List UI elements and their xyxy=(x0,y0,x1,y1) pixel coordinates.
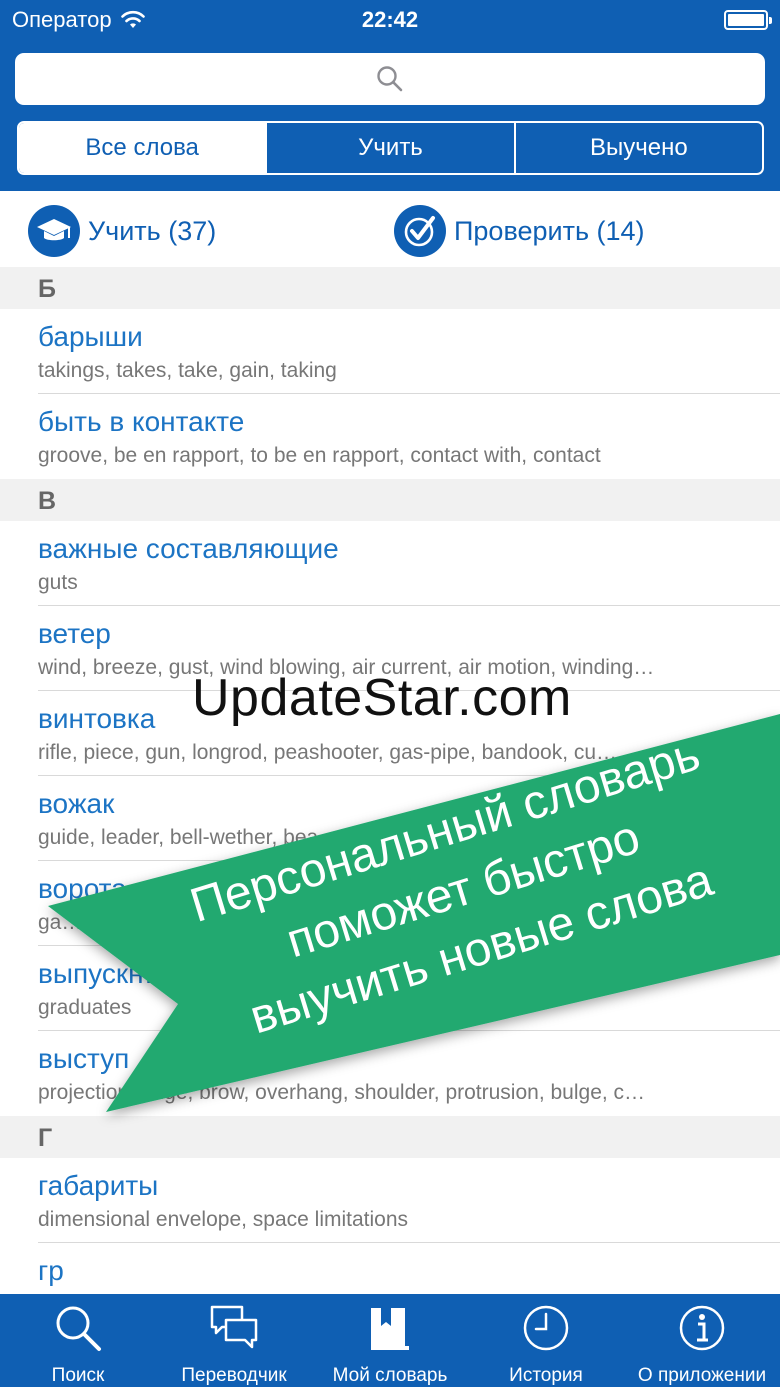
search-field[interactable] xyxy=(15,53,765,105)
translation: dimensional envelope, space limitations xyxy=(38,1208,409,1231)
tab-label: История xyxy=(509,1365,583,1386)
word: важные составляющие xyxy=(38,533,339,564)
segment-learned[interactable]: Выучено xyxy=(513,123,762,173)
segment-learn[interactable]: Учить xyxy=(265,123,513,173)
translation: projection, edge, brow, overhang, should… xyxy=(38,1081,646,1104)
clock-time: 22:42 xyxy=(361,7,419,32)
word: ворота xyxy=(38,873,127,904)
checkmark-icon xyxy=(394,205,446,257)
word: винтовка xyxy=(38,703,156,734)
section-header: В xyxy=(0,479,780,521)
section-header: Г xyxy=(0,1116,780,1158)
segment-all-words[interactable]: Все слова xyxy=(19,123,266,173)
learn-label: Учить (37) xyxy=(88,215,217,246)
tab-history[interactable]: История xyxy=(468,1294,624,1387)
word: вожак xyxy=(38,788,115,819)
list-item[interactable]: выступ projection, edge, brow, overhang,… xyxy=(0,1031,780,1116)
battery-icon xyxy=(724,10,772,30)
word: ветер xyxy=(38,618,111,649)
word: барыши xyxy=(38,321,143,352)
tab-label: Переводчик xyxy=(181,1365,287,1386)
list-item[interactable]: габариты dimensional envelope, space lim… xyxy=(0,1158,780,1243)
word: выпускн… xyxy=(38,958,172,989)
status-bar: Оператор 22:42 xyxy=(0,0,780,40)
list-item[interactable]: барыши takings, takes, take, gain, takin… xyxy=(0,309,780,394)
info-icon xyxy=(678,1304,726,1352)
tab-label: Мой словарь xyxy=(332,1365,448,1386)
graduation-cap-icon xyxy=(28,205,80,257)
watermark: UpdateStar.com xyxy=(192,669,572,727)
actions-bar: Учить (37) Проверить (14) xyxy=(0,191,780,267)
word: габариты xyxy=(38,1170,159,1201)
segmented-control: Все слова Учить Выучено xyxy=(17,121,764,175)
translation: takings, takes, take, gain, taking xyxy=(38,359,337,382)
learn-button[interactable]: Учить (37) xyxy=(28,205,216,257)
section-header: Б xyxy=(0,267,780,309)
tab-bar: Поиск Переводчик Мой словарь История О п… xyxy=(0,1294,780,1387)
tab-about[interactable]: О приложении xyxy=(624,1294,780,1387)
search-icon xyxy=(377,66,403,92)
list-item[interactable]: важные составляющие guts xyxy=(0,521,780,606)
word: быть в контакте xyxy=(38,406,245,437)
translation: groove, be en rapport, to be en rapport,… xyxy=(38,444,601,467)
translation: guts xyxy=(38,571,78,594)
check-button[interactable]: Проверить (14) xyxy=(394,205,645,257)
clock-icon xyxy=(522,1304,570,1352)
search-icon xyxy=(54,1304,102,1352)
tab-label: Поиск xyxy=(51,1365,105,1386)
header: Оператор 22:42 Все слова Учить Выучено xyxy=(0,0,780,191)
book-icon xyxy=(367,1304,413,1352)
tab-search[interactable]: Поиск xyxy=(0,1294,156,1387)
word: выступ xyxy=(38,1043,130,1074)
word: гр xyxy=(38,1255,64,1286)
list-item[interactable]: быть в контакте groove, be en rapport, t… xyxy=(0,394,780,479)
chat-bubbles-icon xyxy=(209,1304,259,1352)
tab-label: О приложении xyxy=(637,1365,767,1386)
check-label: Проверить (14) xyxy=(454,215,645,246)
tab-translator[interactable]: Переводчик xyxy=(156,1294,312,1387)
tab-my-dictionary[interactable]: Мой словарь xyxy=(312,1294,468,1387)
